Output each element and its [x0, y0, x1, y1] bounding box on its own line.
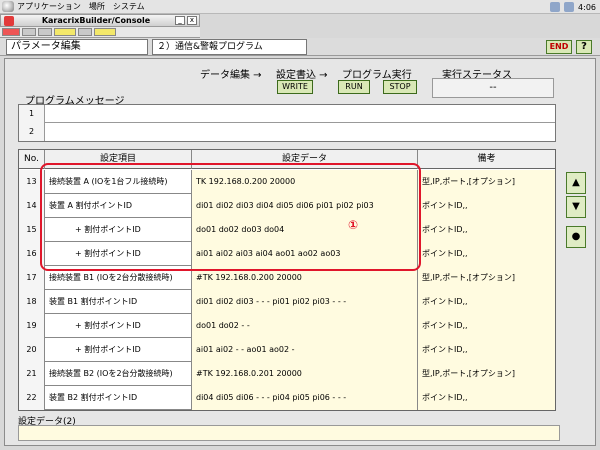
row-note: 型,IP,ポート,[オプション] [418, 170, 555, 194]
message-row-number: 1 [19, 105, 45, 123]
help-button[interactable]: ? [576, 40, 592, 54]
table-row[interactable]: 22 装置 B2 割付ポイントID di04 di05 di06 - - - pi0… [19, 386, 555, 410]
toolbar-run-icon[interactable] [94, 28, 116, 36]
header-data: 設定データ [192, 150, 418, 169]
row-setting-data[interactable]: TK 192.168.0.200 20000 [192, 170, 418, 194]
header-note: 備考 [477, 154, 496, 164]
scroll-down-button[interactable]: ▼ [566, 196, 586, 218]
row-note: ポイントID,, [418, 242, 555, 266]
menu-applications[interactable]: アプリケーション [17, 1, 81, 12]
row-number: 22 [19, 386, 45, 410]
row-number: 20 [19, 338, 45, 362]
close-button[interactable]: x [187, 16, 197, 25]
row-setting-item: 装置 B1 割付ポイントID [45, 290, 192, 314]
system-tray: 4:06 [550, 0, 600, 14]
system-menu-bar: アプリケーション 場所 システム 4:06 [0, 0, 600, 14]
row-number: 16 [19, 242, 45, 266]
step-edit-data: データ編集 → [200, 70, 262, 81]
tab-parameter-edit[interactable]: パラメータ編集 [6, 39, 148, 55]
header-item: 設定項目 [45, 150, 192, 169]
row-setting-data[interactable]: ai01 ai02 - - ao01 ao02 - [192, 338, 418, 362]
row-note: 型,IP,ポート,[オプション] [418, 362, 555, 386]
row-note: ポイントID,, [418, 290, 555, 314]
app-window-icon [4, 15, 14, 26]
row-setting-item: + 割付ポイントID [45, 314, 192, 338]
table-row[interactable]: 17 接続装置 B1 (IOを2台分散接続時) #TK 192.168.0.200 … [19, 266, 555, 290]
step-write-settings: 設定書込 → [276, 70, 328, 81]
minimize-button[interactable]: _ [175, 16, 185, 25]
row-number: 19 [19, 314, 45, 338]
row-setting-item: 接続装置 B1 (IOを2台分散接続時) [45, 266, 192, 290]
row-setting-data[interactable]: #TK 192.168.0.200 20000 [192, 266, 418, 290]
row-note: ポイントID,, [418, 194, 555, 218]
stop-button[interactable]: STOP [383, 80, 417, 94]
exec-status-value: -- [432, 78, 554, 98]
scroll-up-button[interactable]: ▲ [566, 172, 586, 194]
row-setting-data[interactable]: di01 di02 di03 di04 di05 di06 pi01 pi02 … [192, 194, 418, 218]
row-setting-item: + 割付ポイントID [45, 242, 192, 266]
row-note: ポイントID,, [418, 338, 555, 362]
row-setting-item: 接続装置 B2 (IOを2台分散接続時) [45, 362, 192, 386]
row-note: ポイントID,, [418, 386, 555, 410]
toolbar-settings-icon[interactable] [78, 28, 92, 36]
row-number: 13 [19, 170, 45, 194]
row-number: 15 [19, 218, 45, 242]
table-row[interactable]: 16 + 割付ポイントID ai01 ai02 ai03 ai04 ao01 ao0… [19, 242, 555, 266]
row-number: 21 [19, 362, 45, 386]
row-number: 17 [19, 266, 45, 290]
volume-icon[interactable] [564, 2, 575, 12]
menu-system[interactable]: システム [113, 1, 145, 12]
message-row: 2 [19, 123, 555, 141]
toolbar-open-icon[interactable] [22, 28, 36, 36]
toolbar-con-icon[interactable] [2, 28, 20, 36]
row-setting-data[interactable]: do01 do02 - - [192, 314, 418, 338]
toolbar-save-icon[interactable] [38, 28, 52, 36]
system-logo-icon[interactable] [2, 1, 14, 12]
row-number: 18 [19, 290, 45, 314]
settings-table-header: No. 設定項目 設定データ 備考 [19, 150, 555, 169]
row-setting-item: + 割付ポイントID [45, 218, 192, 242]
table-row[interactable]: 21 接続装置 B2 (IOを2台分散接続時) #TK 192.168.0.201 … [19, 362, 555, 386]
row-setting-item: 装置 A 割付ポイントID [45, 194, 192, 218]
step-program-run: プログラム実行 [342, 70, 412, 81]
table-row[interactable]: 13 接続装置 A (IOを1台フル接続時) TK 192.168.0.200 20… [19, 170, 555, 194]
network-icon[interactable] [550, 2, 561, 12]
row-note: ポイントID,, [418, 314, 555, 338]
annotation-marker: ① [348, 218, 359, 232]
row-setting-data[interactable]: ai01 ai02 ai03 ai04 ao01 ao02 ao03 [192, 242, 418, 266]
window-title: KaracrixBuilder/Console [41, 16, 151, 25]
row-setting-data[interactable]: di04 di05 di06 - - - pi04 pi05 pi06 - - … [192, 386, 418, 410]
toolbar-mode-icon[interactable] [54, 28, 76, 36]
write-button[interactable]: WRITE [277, 80, 313, 94]
window-toolbar [0, 27, 200, 38]
app-header: パラメータ編集 ２）通信&警報プログラム END ? [0, 38, 600, 56]
clock[interactable]: 4:06 [578, 3, 596, 12]
header-no: No. [19, 150, 45, 169]
table-row[interactable]: 19 + 割付ポイントID do01 do02 - - ポイントID,, [19, 314, 555, 338]
table-row[interactable]: 14 装置 A 割付ポイントID di01 di02 di03 di04 di05 … [19, 194, 555, 218]
run-button[interactable]: RUN [338, 80, 370, 94]
row-note: ポイントID,, [418, 218, 555, 242]
scroll-position-button[interactable]: ● [566, 226, 586, 248]
tab-program[interactable]: ２）通信&警報プログラム [152, 39, 307, 55]
row-setting-data[interactable]: #TK 192.168.0.201 20000 [192, 362, 418, 386]
row-number: 14 [19, 194, 45, 218]
message-row: 1 [19, 105, 555, 123]
message-row-number: 2 [19, 123, 45, 141]
table-row[interactable]: 15 + 割付ポイントID do01 do02 do03 do04 ポイントID,, [19, 218, 555, 242]
program-message-table: 1 2 [18, 104, 556, 142]
menu-places[interactable]: 場所 [89, 1, 105, 12]
table-row[interactable]: 18 装置 B1 割付ポイントID di01 di02 di03 - - - pi0… [19, 290, 555, 314]
row-setting-item: 接続装置 A (IOを1台フル接続時) [45, 170, 192, 194]
settings-table: No. 設定項目 設定データ 備考 13 接続装置 A (IOを1台フル接続時) T… [18, 149, 556, 411]
footer-data-field[interactable] [18, 425, 560, 441]
row-setting-data[interactable]: di01 di02 di03 - - - pi01 pi02 pi03 - - … [192, 290, 418, 314]
table-row[interactable]: 20 + 割付ポイントID ai01 ai02 - - ao01 ao02 - ポイン… [19, 338, 555, 362]
row-setting-data[interactable]: do01 do02 do03 do04 [192, 218, 418, 242]
row-setting-item: + 割付ポイントID [45, 338, 192, 362]
row-note: 型,IP,ポート,[オプション] [418, 266, 555, 290]
end-button[interactable]: END [546, 40, 572, 54]
row-setting-item: 装置 B2 割付ポイントID [45, 386, 192, 410]
window-titlebar[interactable]: KaracrixBuilder/Console _ x [0, 14, 200, 27]
